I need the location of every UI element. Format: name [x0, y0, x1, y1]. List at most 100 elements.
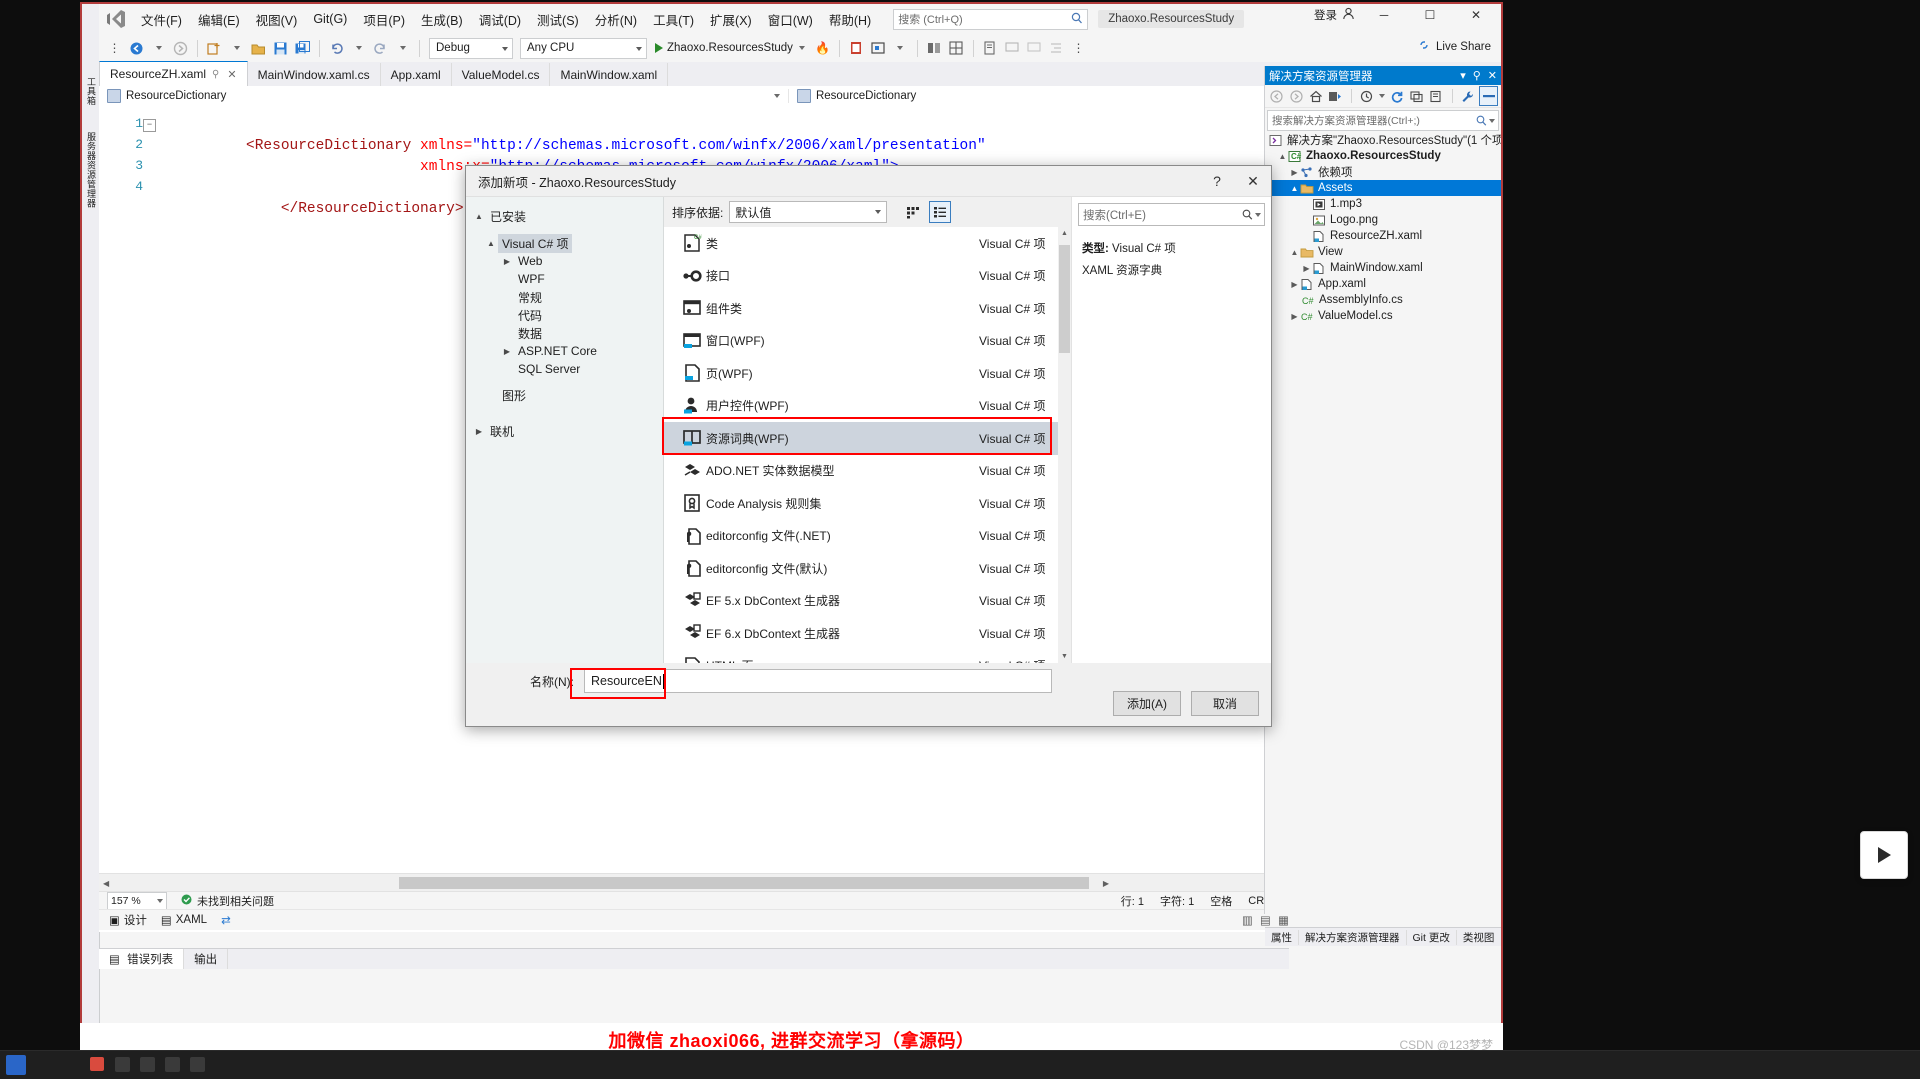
template-item-usercontrol-wpf[interactable]: 用户控件(WPF) Visual C# 项 [664, 390, 1071, 423]
template-item-window-wpf[interactable]: 窗口(WPF) Visual C# 项 [664, 325, 1071, 358]
search-icon[interactable] [1476, 115, 1495, 127]
tree-node-assets[interactable]: ▲ Assets [1265, 180, 1501, 196]
taskbar-app-icon[interactable] [90, 1057, 104, 1071]
select-element-icon[interactable] [869, 39, 888, 58]
tree-node-app-xaml[interactable]: ▶ App.xaml [1265, 276, 1501, 292]
menu-item-view[interactable]: 视图(V) [248, 7, 306, 32]
category-aspnet-core[interactable]: ▶ ASP.NET Core [466, 342, 663, 360]
pane-layout-icons[interactable]: ▥ ▤ ▦ [1242, 913, 1299, 927]
category-installed[interactable]: ▲ 已安装 [466, 207, 663, 225]
refresh-icon[interactable] [1389, 87, 1406, 105]
taskbar-item-icon[interactable] [115, 1057, 130, 1072]
redo-dropdown-icon[interactable] [393, 39, 412, 58]
zoom-level-combo[interactable]: 157 % [107, 892, 167, 910]
expander-icon[interactable]: ▶ [1289, 168, 1300, 177]
select-element-dropdown-icon[interactable] [891, 39, 910, 58]
expander-icon[interactable]: ▶ [1289, 280, 1300, 289]
nav-forward-icon[interactable] [1288, 87, 1305, 105]
tree-node-view-folder[interactable]: ▲ View [1265, 244, 1501, 260]
expander-icon[interactable]: ▶ [500, 257, 514, 266]
collapse-region-icon[interactable]: − [143, 119, 156, 132]
account-signin[interactable]: 登录 [1314, 7, 1355, 23]
tab-xaml[interactable]: ▤ XAML [161, 913, 207, 927]
menu-item-help[interactable]: 帮助(H) [821, 7, 879, 32]
template-item-ef5-dbcontext[interactable]: EF 5.x DbContext 生成器 Visual C# 项 [664, 585, 1071, 618]
menu-item-edit[interactable]: 编辑(E) [190, 7, 248, 32]
tab-properties[interactable]: 属性 [1265, 929, 1299, 945]
scroll-left-icon[interactable]: ◀ [103, 879, 109, 888]
template-item-page-wpf[interactable]: 页(WPF) Visual C# 项 [664, 357, 1071, 390]
undo-dropdown-icon[interactable] [349, 39, 368, 58]
category-data[interactable]: 数据 [466, 324, 663, 342]
navigate-forward-icon[interactable] [171, 39, 190, 58]
nav-back-icon[interactable] [1268, 87, 1285, 105]
tab-error-list[interactable]: ▤ 错误列表 [99, 949, 185, 969]
menu-item-analyze[interactable]: 分析(N) [587, 7, 645, 32]
layout-adorner-icon[interactable] [947, 39, 966, 58]
template-list-scrollbar[interactable]: ▲ ▼ [1058, 227, 1071, 663]
menu-item-file[interactable]: 文件(F) [133, 7, 190, 32]
quick-launch-search[interactable]: 搜索 (Ctrl+Q) [893, 8, 1089, 30]
redo-icon[interactable] [371, 39, 390, 58]
list-view-icon[interactable] [929, 201, 952, 223]
template-item-code-analysis-ruleset[interactable]: Code Analysis 规则集 Visual C# 项 [664, 487, 1071, 520]
scrollbar-thumb[interactable] [1059, 245, 1070, 353]
dialog-help-button[interactable]: ? [1199, 166, 1235, 196]
category-web[interactable]: ▶ Web [466, 252, 663, 270]
tab-design[interactable]: ▣ 设计 [109, 912, 147, 928]
expander-icon[interactable]: ▶ [1289, 312, 1300, 321]
pending-changes-icon[interactable] [1359, 87, 1376, 105]
category-online[interactable]: ▶ 联机 [466, 422, 663, 440]
build-platform-combo[interactable]: Any CPU [520, 37, 647, 59]
expander-icon[interactable]: ▶ [472, 427, 486, 436]
swap-panes-icon[interactable]: ⇄ [221, 913, 231, 927]
expander-icon[interactable]: ▲ [1289, 184, 1300, 193]
pin-icon[interactable]: ⚲ [212, 69, 219, 80]
home-icon[interactable] [1307, 87, 1324, 105]
menu-item-git[interactable]: Git(G) [305, 9, 355, 29]
expander-icon[interactable]: ▲ [1289, 248, 1300, 257]
expander-icon[interactable]: ▲ [1277, 152, 1288, 161]
tab-resourcezh-xaml[interactable]: ResourceZH.xaml ⚲ ✕ [99, 61, 248, 86]
close-button[interactable]: ✕ [1459, 8, 1493, 22]
toolbox-tab[interactable]: 工具箱 [83, 74, 98, 109]
save-icon[interactable] [271, 39, 290, 58]
expander-icon[interactable]: ▶ [1301, 264, 1312, 273]
hot-reload-icon[interactable]: 🔥 [813, 39, 832, 58]
panel-dropdown-icon[interactable]: ▾ [1460, 69, 1466, 82]
scroll-up-icon[interactable]: ▲ [1058, 227, 1071, 240]
category-general[interactable]: 常规 [466, 288, 663, 306]
undo-icon[interactable] [327, 39, 346, 58]
panel-close-icon[interactable]: ✕ [1488, 69, 1497, 82]
template-item-ef6-dbcontext[interactable]: EF 6.x DbContext 生成器 Visual C# 项 [664, 617, 1071, 650]
template-item-editorconfig-net[interactable]: editorconfig 文件(.NET) Visual C# 项 [664, 520, 1071, 553]
solution-explorer-search-input[interactable]: 搜索解决方案资源管理器(Ctrl+;) [1267, 110, 1499, 131]
template-item-class[interactable]: C# 类 Visual C# 项 [664, 227, 1071, 260]
tree-node-resourcezh-xaml[interactable]: ResourceZH.xaml [1265, 228, 1501, 244]
add-button[interactable]: 添加(A) [1113, 691, 1181, 716]
hscrollbar-thumb[interactable] [399, 877, 1089, 889]
tab-mainwindow-xaml[interactable]: MainWindow.xaml [550, 63, 669, 86]
template-item-component-class[interactable]: 组件类 Visual C# 项 [664, 292, 1071, 325]
category-code[interactable]: 代码 [466, 306, 663, 324]
template-item-list[interactable]: C# 类 Visual C# 项 接口 Visual C# 项 组件类 Visu… [664, 227, 1071, 663]
live-share-button[interactable]: Live Share [1417, 38, 1491, 55]
editor-horizontal-scrollbar[interactable]: ◀ ▶ [99, 873, 1289, 892]
taskbar-item-icon[interactable] [190, 1057, 205, 1072]
scroll-down-icon[interactable]: ▼ [1058, 650, 1071, 663]
tab-mainwindow-xaml-cs[interactable]: MainWindow.xaml.cs [247, 63, 381, 86]
start-debug-button[interactable]: Zhaoxo.ResourcesStudy [650, 42, 810, 54]
dialog-category-tree[interactable]: ▲ 已安装 ▲ Visual C# 项 ▶ Web WPF 常规 代码 数据 ▶… [466, 197, 664, 663]
show-all-files-icon[interactable] [1428, 87, 1445, 105]
tab-app-xaml[interactable]: App.xaml [380, 63, 452, 86]
dialog-close-button[interactable]: ✕ [1235, 166, 1271, 196]
menu-item-window[interactable]: 窗口(W) [760, 7, 821, 32]
minimize-button[interactable]: ─ [1367, 8, 1401, 22]
solution-tree[interactable]: 解决方案"Zhaoxo.ResourcesStudy"(1 个项 ▲ C# Zh… [1265, 132, 1501, 914]
category-sql-server[interactable]: SQL Server [466, 360, 663, 378]
taskbar-item-icon[interactable] [140, 1057, 155, 1072]
tab-class-view[interactable]: 类视图 [1457, 930, 1501, 945]
switch-views-icon[interactable] [1327, 87, 1344, 105]
category-visual-csharp[interactable]: ▲ Visual C# 项 [466, 233, 663, 253]
tree-node-mp3[interactable]: 1.mp3 [1265, 196, 1501, 212]
